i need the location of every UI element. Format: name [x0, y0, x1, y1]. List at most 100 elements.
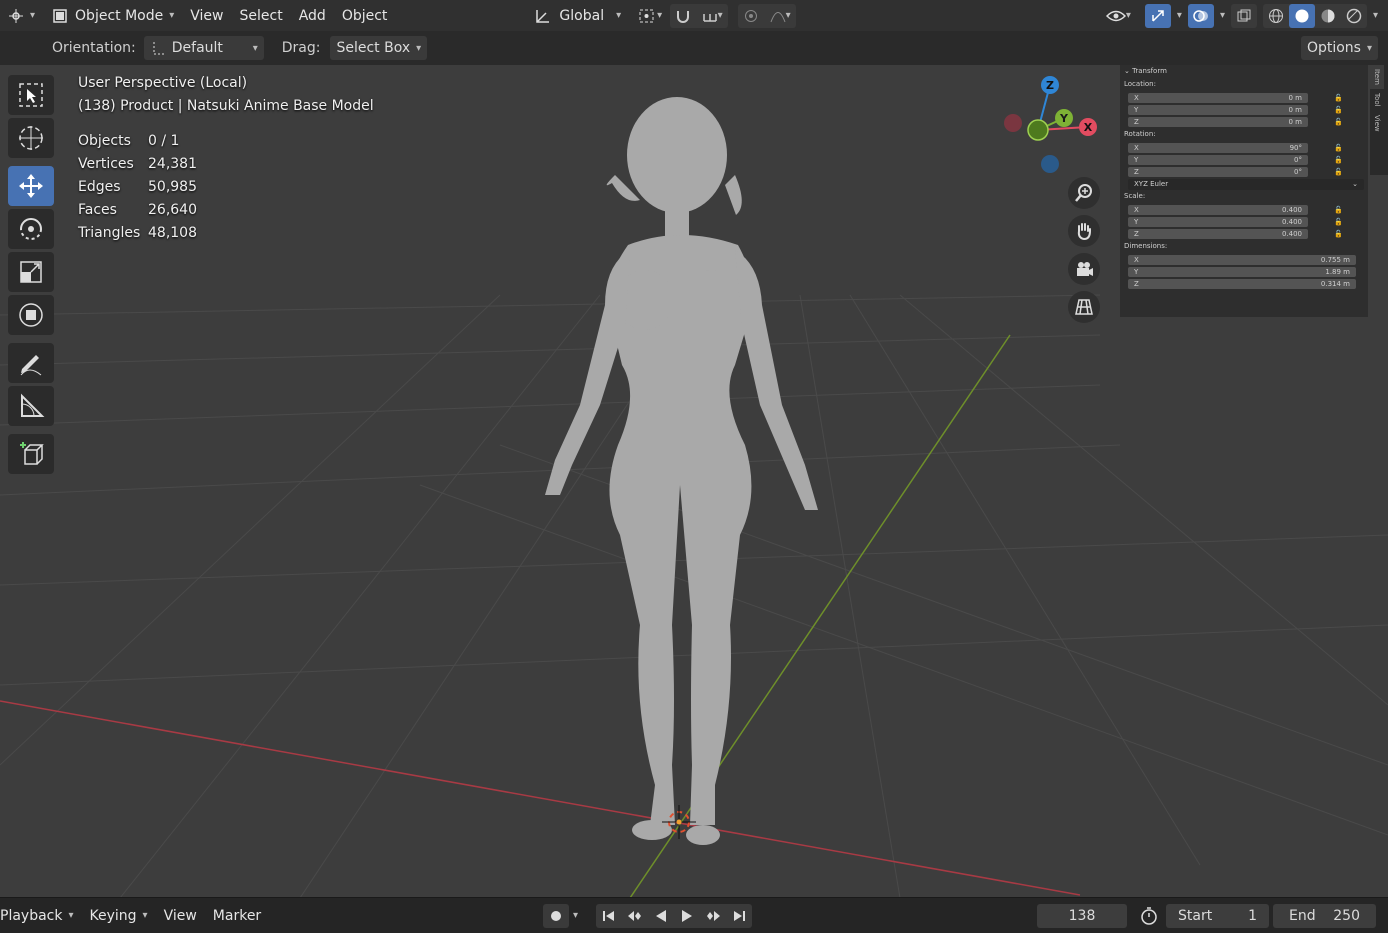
editor-type-button[interactable]: ▾: [0, 4, 43, 28]
lock-icon[interactable]: 🔓: [1334, 144, 1343, 152]
dimensions-z-field[interactable]: Z 0.314 m: [1128, 279, 1356, 289]
orientation-setting-dropdown[interactable]: Default ▾: [143, 36, 264, 60]
add-cube-tool[interactable]: [8, 434, 54, 474]
neg-z-axis-handle[interactable]: [1041, 155, 1059, 173]
tab-item[interactable]: Item: [1370, 65, 1384, 89]
jump-start-button[interactable]: [596, 904, 622, 928]
lock-icon[interactable]: 🔓: [1334, 230, 1343, 238]
snap-target-dropdown[interactable]: ▾: [696, 4, 728, 28]
select-box-tool[interactable]: [8, 75, 54, 115]
menu-playback[interactable]: Playback ▾: [0, 904, 82, 928]
rotation-mode-dropdown[interactable]: XYZ Euler ⌄: [1128, 178, 1364, 190]
gizmo-toggle[interactable]: [1144, 3, 1171, 28]
current-frame-field[interactable]: 138: [1037, 903, 1127, 928]
menu-view[interactable]: View: [182, 4, 231, 28]
play-button[interactable]: [674, 904, 700, 928]
shading-dropdown-chevron-icon[interactable]: ▾: [1373, 10, 1378, 21]
solid-shading-button[interactable]: [1288, 3, 1315, 28]
location-z-field[interactable]: Z 0 m: [1128, 117, 1308, 127]
annotate-tool[interactable]: [8, 343, 54, 383]
lock-icon[interactable]: 🔓: [1334, 94, 1343, 102]
move-tool[interactable]: [8, 166, 54, 206]
location-x-field[interactable]: X 0 m: [1128, 93, 1308, 103]
lock-icon[interactable]: 🔓: [1334, 106, 1343, 114]
rotate-tool[interactable]: [8, 209, 54, 249]
keying-dropdown-chevron-icon[interactable]: ▾: [573, 910, 578, 921]
pivot-point-dropdown[interactable]: ▾: [629, 4, 670, 28]
neg-y-axis-handle[interactable]: [1027, 119, 1049, 141]
scale-y-field[interactable]: Y 0.400: [1128, 217, 1308, 227]
rotation-z-field[interactable]: Z 0°: [1128, 167, 1308, 177]
perspective-toggle-button[interactable]: [1068, 291, 1100, 323]
gizmo-dropdown-chevron-icon[interactable]: ▾: [1177, 10, 1182, 21]
pan-button[interactable]: [1068, 215, 1100, 247]
lock-icon[interactable]: 🔓: [1334, 206, 1343, 214]
scale-x-field[interactable]: X 0.400: [1128, 205, 1308, 215]
scene-statistics: Objects 0 / 1 Vertices 24,381 Edges 50,985 …: [78, 133, 374, 241]
y-axis-handle[interactable]: Y: [1055, 109, 1073, 127]
scale-tool[interactable]: [8, 252, 54, 292]
proportional-edit-toggle[interactable]: [738, 4, 764, 28]
jump-end-button[interactable]: [726, 904, 752, 928]
visibility-dropdown[interactable]: ▾: [1098, 4, 1139, 28]
menu-marker[interactable]: Marker: [205, 904, 269, 928]
navigation-gizmo[interactable]: Y Z X: [1000, 70, 1110, 180]
mode-dropdown[interactable]: Object Mode ▾: [43, 4, 182, 28]
lock-icon[interactable]: 🔓: [1334, 218, 1343, 226]
prev-keyframe-icon: [628, 910, 642, 921]
3d-viewport[interactable]: User Perspective (Local) (138) Product |…: [0, 65, 1388, 898]
wireframe-shading-button[interactable]: [1263, 4, 1289, 28]
timeline-header: Playback ▾ Keying ▾ View Marker ▾ 138 Star…: [0, 897, 1388, 933]
chevron-down-icon: ▾: [785, 10, 791, 21]
menu-label: Playback: [0, 907, 63, 924]
next-keyframe-button[interactable]: [700, 904, 726, 928]
falloff-curve-icon: [770, 11, 786, 22]
rotation-y-field[interactable]: Y 0°: [1128, 155, 1308, 165]
orientation-label: Global: [559, 7, 605, 24]
xray-toggle[interactable]: [1230, 3, 1257, 28]
menu-keying[interactable]: Keying ▾: [82, 904, 156, 928]
tab-tool[interactable]: Tool: [1370, 89, 1384, 111]
cursor-tool[interactable]: [8, 118, 54, 158]
auto-keying-toggle[interactable]: [543, 903, 569, 928]
prev-keyframe-button[interactable]: [622, 904, 648, 928]
dimensions-x-field[interactable]: X 0.755 m: [1128, 255, 1356, 265]
zoom-button[interactable]: [1068, 177, 1100, 209]
menu-view[interactable]: View: [156, 904, 205, 928]
lock-icon[interactable]: 🔓: [1334, 168, 1343, 176]
start-frame-field[interactable]: Start 1: [1166, 903, 1269, 928]
play-reverse-button[interactable]: [648, 904, 674, 928]
neg-x-axis-handle[interactable]: [1004, 114, 1022, 132]
dimensions-x-row: X 0.755 m: [1120, 254, 1368, 266]
x-axis-handle[interactable]: X: [1079, 118, 1097, 136]
lock-icon[interactable]: 🔓: [1334, 156, 1343, 164]
transform-tool[interactable]: [8, 295, 54, 335]
menu-select[interactable]: Select: [232, 4, 291, 28]
menu-add[interactable]: Add: [291, 4, 334, 28]
transform-orientation-dropdown[interactable]: Global ▾: [525, 4, 629, 28]
end-frame-field[interactable]: End 250: [1273, 903, 1376, 928]
drag-setting-dropdown[interactable]: Select Box ▾: [330, 36, 428, 60]
tab-view[interactable]: View: [1370, 111, 1384, 136]
menu-object[interactable]: Object: [334, 4, 396, 28]
preview-range-toggle[interactable]: [1136, 904, 1162, 928]
lock-icon[interactable]: 🔓: [1334, 118, 1343, 126]
field-value: 0.314 m: [1320, 280, 1350, 288]
snap-toggle[interactable]: [670, 4, 696, 28]
location-y-field[interactable]: Y 0 m: [1128, 105, 1308, 115]
overlays-toggle[interactable]: [1187, 3, 1214, 28]
z-axis-handle[interactable]: Z: [1041, 76, 1059, 94]
overlays-dropdown-chevron-icon[interactable]: ▾: [1220, 10, 1225, 21]
options-dropdown[interactable]: Options ▾: [1300, 36, 1378, 60]
rotation-x-field[interactable]: X 90°: [1128, 143, 1308, 153]
dimensions-y-field[interactable]: Y 1.89 m: [1128, 267, 1356, 277]
measure-tool[interactable]: [8, 386, 54, 426]
next-keyframe-icon: [707, 910, 721, 921]
falloff-dropdown[interactable]: ▾: [764, 4, 796, 28]
drag-setting-value: Select Box: [336, 40, 411, 56]
rendered-shading-button[interactable]: [1341, 4, 1367, 28]
material-shading-button[interactable]: [1315, 4, 1341, 28]
scale-z-field[interactable]: Z 0.400: [1128, 229, 1308, 239]
transform-panel-header[interactable]: ⌄ Transform: [1120, 67, 1368, 78]
camera-view-button[interactable]: [1068, 253, 1100, 285]
